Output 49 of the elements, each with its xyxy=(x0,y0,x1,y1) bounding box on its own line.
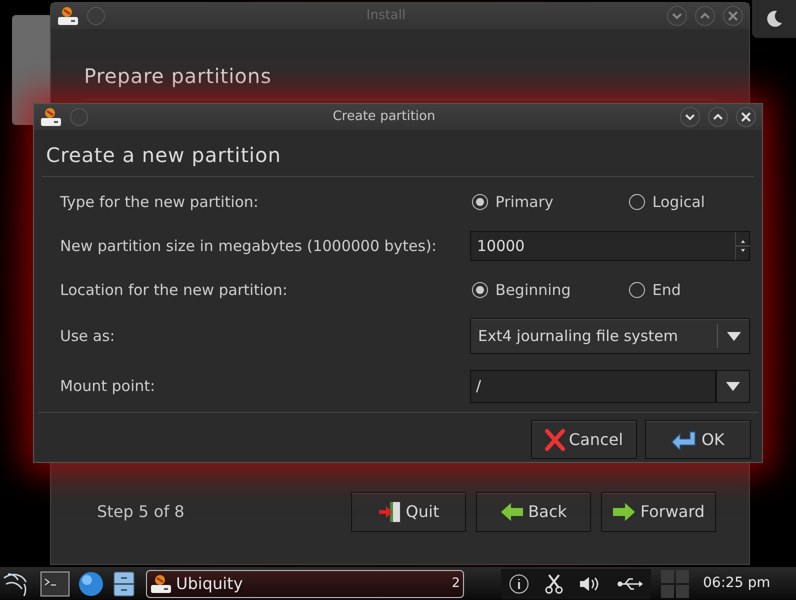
cancel-button[interactable]: Cancel xyxy=(531,420,637,459)
radio-button[interactable] xyxy=(629,282,646,298)
radio-button[interactable] xyxy=(472,194,488,210)
page-heading: Prepare partitions xyxy=(84,63,272,90)
step-indicator: Step 5 of 8 xyxy=(97,501,186,523)
window-count: 2 xyxy=(452,574,460,593)
option-label: Logical xyxy=(652,192,705,213)
right-arrow-icon xyxy=(612,502,636,522)
field-label: Location for the new partition: xyxy=(60,280,288,301)
clock: 06:25 pm xyxy=(703,574,770,593)
taskbar-item[interactable]: Ubiquity 2 xyxy=(146,570,464,598)
minimize-button[interactable] xyxy=(680,107,700,127)
input-field[interactable]: / xyxy=(470,370,716,402)
radio-button[interactable] xyxy=(472,282,488,298)
spin-arrows-icon xyxy=(735,232,749,260)
info-icon[interactable] xyxy=(509,574,529,594)
dropdown[interactable]: Ext4 journaling file system xyxy=(470,318,750,354)
option-label: Primary xyxy=(495,192,554,213)
scissors-icon[interactable] xyxy=(545,574,563,594)
quit-button[interactable]: Quit xyxy=(351,492,466,532)
drive-icon xyxy=(150,574,172,594)
forward-button[interactable]: Forward xyxy=(601,492,716,532)
field-label: Type for the new partition: xyxy=(60,192,260,213)
spin-field[interactable]: 10000 xyxy=(470,231,750,261)
drive-icon xyxy=(57,6,79,26)
exit-door-icon xyxy=(378,501,402,523)
dropdown-arrow-icon xyxy=(726,382,740,390)
dropdown-button[interactable] xyxy=(716,370,750,402)
window-title: Create partition xyxy=(332,108,436,126)
dropdown-arrow-icon xyxy=(726,332,740,340)
globe-icon[interactable] xyxy=(76,570,106,598)
field-label: Use as: xyxy=(60,326,116,347)
option-label: End xyxy=(652,280,681,301)
left-arrow-icon xyxy=(500,502,524,522)
back-button[interactable]: Back xyxy=(476,492,591,532)
file-cabinet-icon[interactable] xyxy=(112,570,136,598)
ok-button[interactable]: OK xyxy=(645,420,751,459)
option-label: Beginning xyxy=(495,280,571,301)
close-button[interactable] xyxy=(736,107,756,127)
terminal-icon[interactable] xyxy=(40,570,70,596)
radio-button[interactable] xyxy=(629,194,646,210)
moon-icon[interactable] xyxy=(764,9,784,29)
field-label: New partition size in megabytes (1000000 bytes): xyxy=(60,236,438,257)
dialog-heading: Create a new partition xyxy=(45,142,282,169)
maximize-button[interactable] xyxy=(708,107,728,127)
drive-icon xyxy=(40,107,62,127)
cross-icon xyxy=(544,428,565,450)
field-label: Mount point: xyxy=(60,376,156,397)
return-arrow-icon xyxy=(671,430,698,450)
